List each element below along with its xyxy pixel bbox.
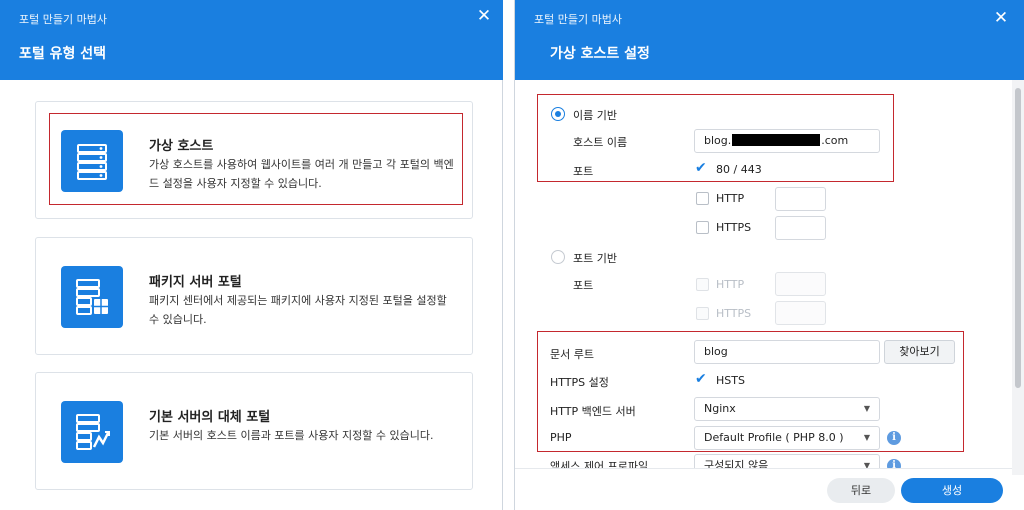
scrollbar-thumb[interactable] <box>1015 88 1021 388</box>
option-title: 패키지 서버 포털 <box>149 275 242 290</box>
option-title: 기본 서버의 대체 포털 <box>149 410 271 425</box>
close-icon[interactable]: ✕ <box>474 6 494 26</box>
step-title: 가상 호스트 설정 <box>550 46 650 62</box>
create-button[interactable]: 생성 <box>901 478 1003 503</box>
access-control-value: 구성되지 않음 <box>704 459 769 468</box>
port-based-port-label: 포트 <box>573 279 594 292</box>
http-checkbox[interactable] <box>696 192 709 205</box>
port-based-label: 포트 기반 <box>573 252 617 265</box>
chevron-down-icon: ▼ <box>863 461 870 468</box>
port-based-radio[interactable] <box>551 250 565 264</box>
http-label: HTTP <box>716 192 745 205</box>
package-server-icon <box>61 266 123 328</box>
port-https-checkbox[interactable] <box>696 307 709 320</box>
port-http-label: HTTP <box>716 278 745 291</box>
port-http-checkbox[interactable] <box>696 278 709 291</box>
http-port-input[interactable] <box>775 187 826 211</box>
dialog-footer: 뒤로 생성 <box>515 468 1012 510</box>
close-icon[interactable]: ✕ <box>991 8 1011 28</box>
https-port-input[interactable] <box>775 216 826 240</box>
scrollbar[interactable] <box>1012 80 1024 475</box>
step-title: 포털 유형 선택 <box>19 46 107 62</box>
screenshot-stage: 포털 만들기 마법사 ✕ 포털 유형 선택 가상 호스트 가상 호스트를 사용하… <box>0 0 1024 510</box>
info-icon[interactable]: i <box>887 459 901 468</box>
back-button[interactable]: 뒤로 <box>827 478 895 503</box>
port-https-label: HTTPS <box>716 307 752 320</box>
option-description: 패키지 센터에서 제공되는 패키지에 사용자 지정된 포털을 설정할 수 있습니… <box>149 294 447 326</box>
wizard-title: 포털 만들기 마법사 <box>534 13 622 26</box>
wizard-title: 포털 만들기 마법사 <box>19 13 107 26</box>
option-package-server-portal[interactable]: 패키지 서버 포털 패키지 센터에서 제공되는 패키지에 사용자 지정된 포털을… <box>35 237 473 355</box>
clipped-row: 액세스 제어 프로파일 구성되지 않음 ▼ i <box>515 453 1012 468</box>
highlight-box <box>537 331 964 452</box>
default-server-alias-icon <box>61 401 123 463</box>
highlight-box <box>537 94 894 182</box>
access-control-select[interactable]: 구성되지 않음 ▼ <box>694 454 880 468</box>
port-http-input[interactable] <box>775 272 826 296</box>
https-label: HTTPS <box>716 221 752 234</box>
https-checkbox[interactable] <box>696 221 709 234</box>
highlight-box <box>49 113 463 205</box>
port-https-input[interactable] <box>775 301 826 325</box>
option-default-server-alias[interactable]: 기본 서버의 대체 포털 기본 서버의 호스트 이름과 포트를 사용자 지정할 … <box>35 372 473 490</box>
portal-type-dialog: 포털 만들기 마법사 ✕ 포털 유형 선택 가상 호스트 가상 호스트를 사용하… <box>0 0 503 510</box>
access-control-label: 액세스 제어 프로파일 <box>550 460 649 468</box>
option-description: 기본 서버의 호스트 이름과 포트를 사용자 지정할 수 있습니다. <box>149 429 434 442</box>
dialog-header: 포털 만들기 마법사 ✕ 가상 호스트 설정 <box>515 0 1024 80</box>
dialog-header: 포털 만들기 마법사 ✕ 포털 유형 선택 <box>0 0 503 80</box>
virtual-host-settings-dialog: 포털 만들기 마법사 ✕ 가상 호스트 설정 이름 기반 호스트 이름 blog… <box>514 0 1024 510</box>
